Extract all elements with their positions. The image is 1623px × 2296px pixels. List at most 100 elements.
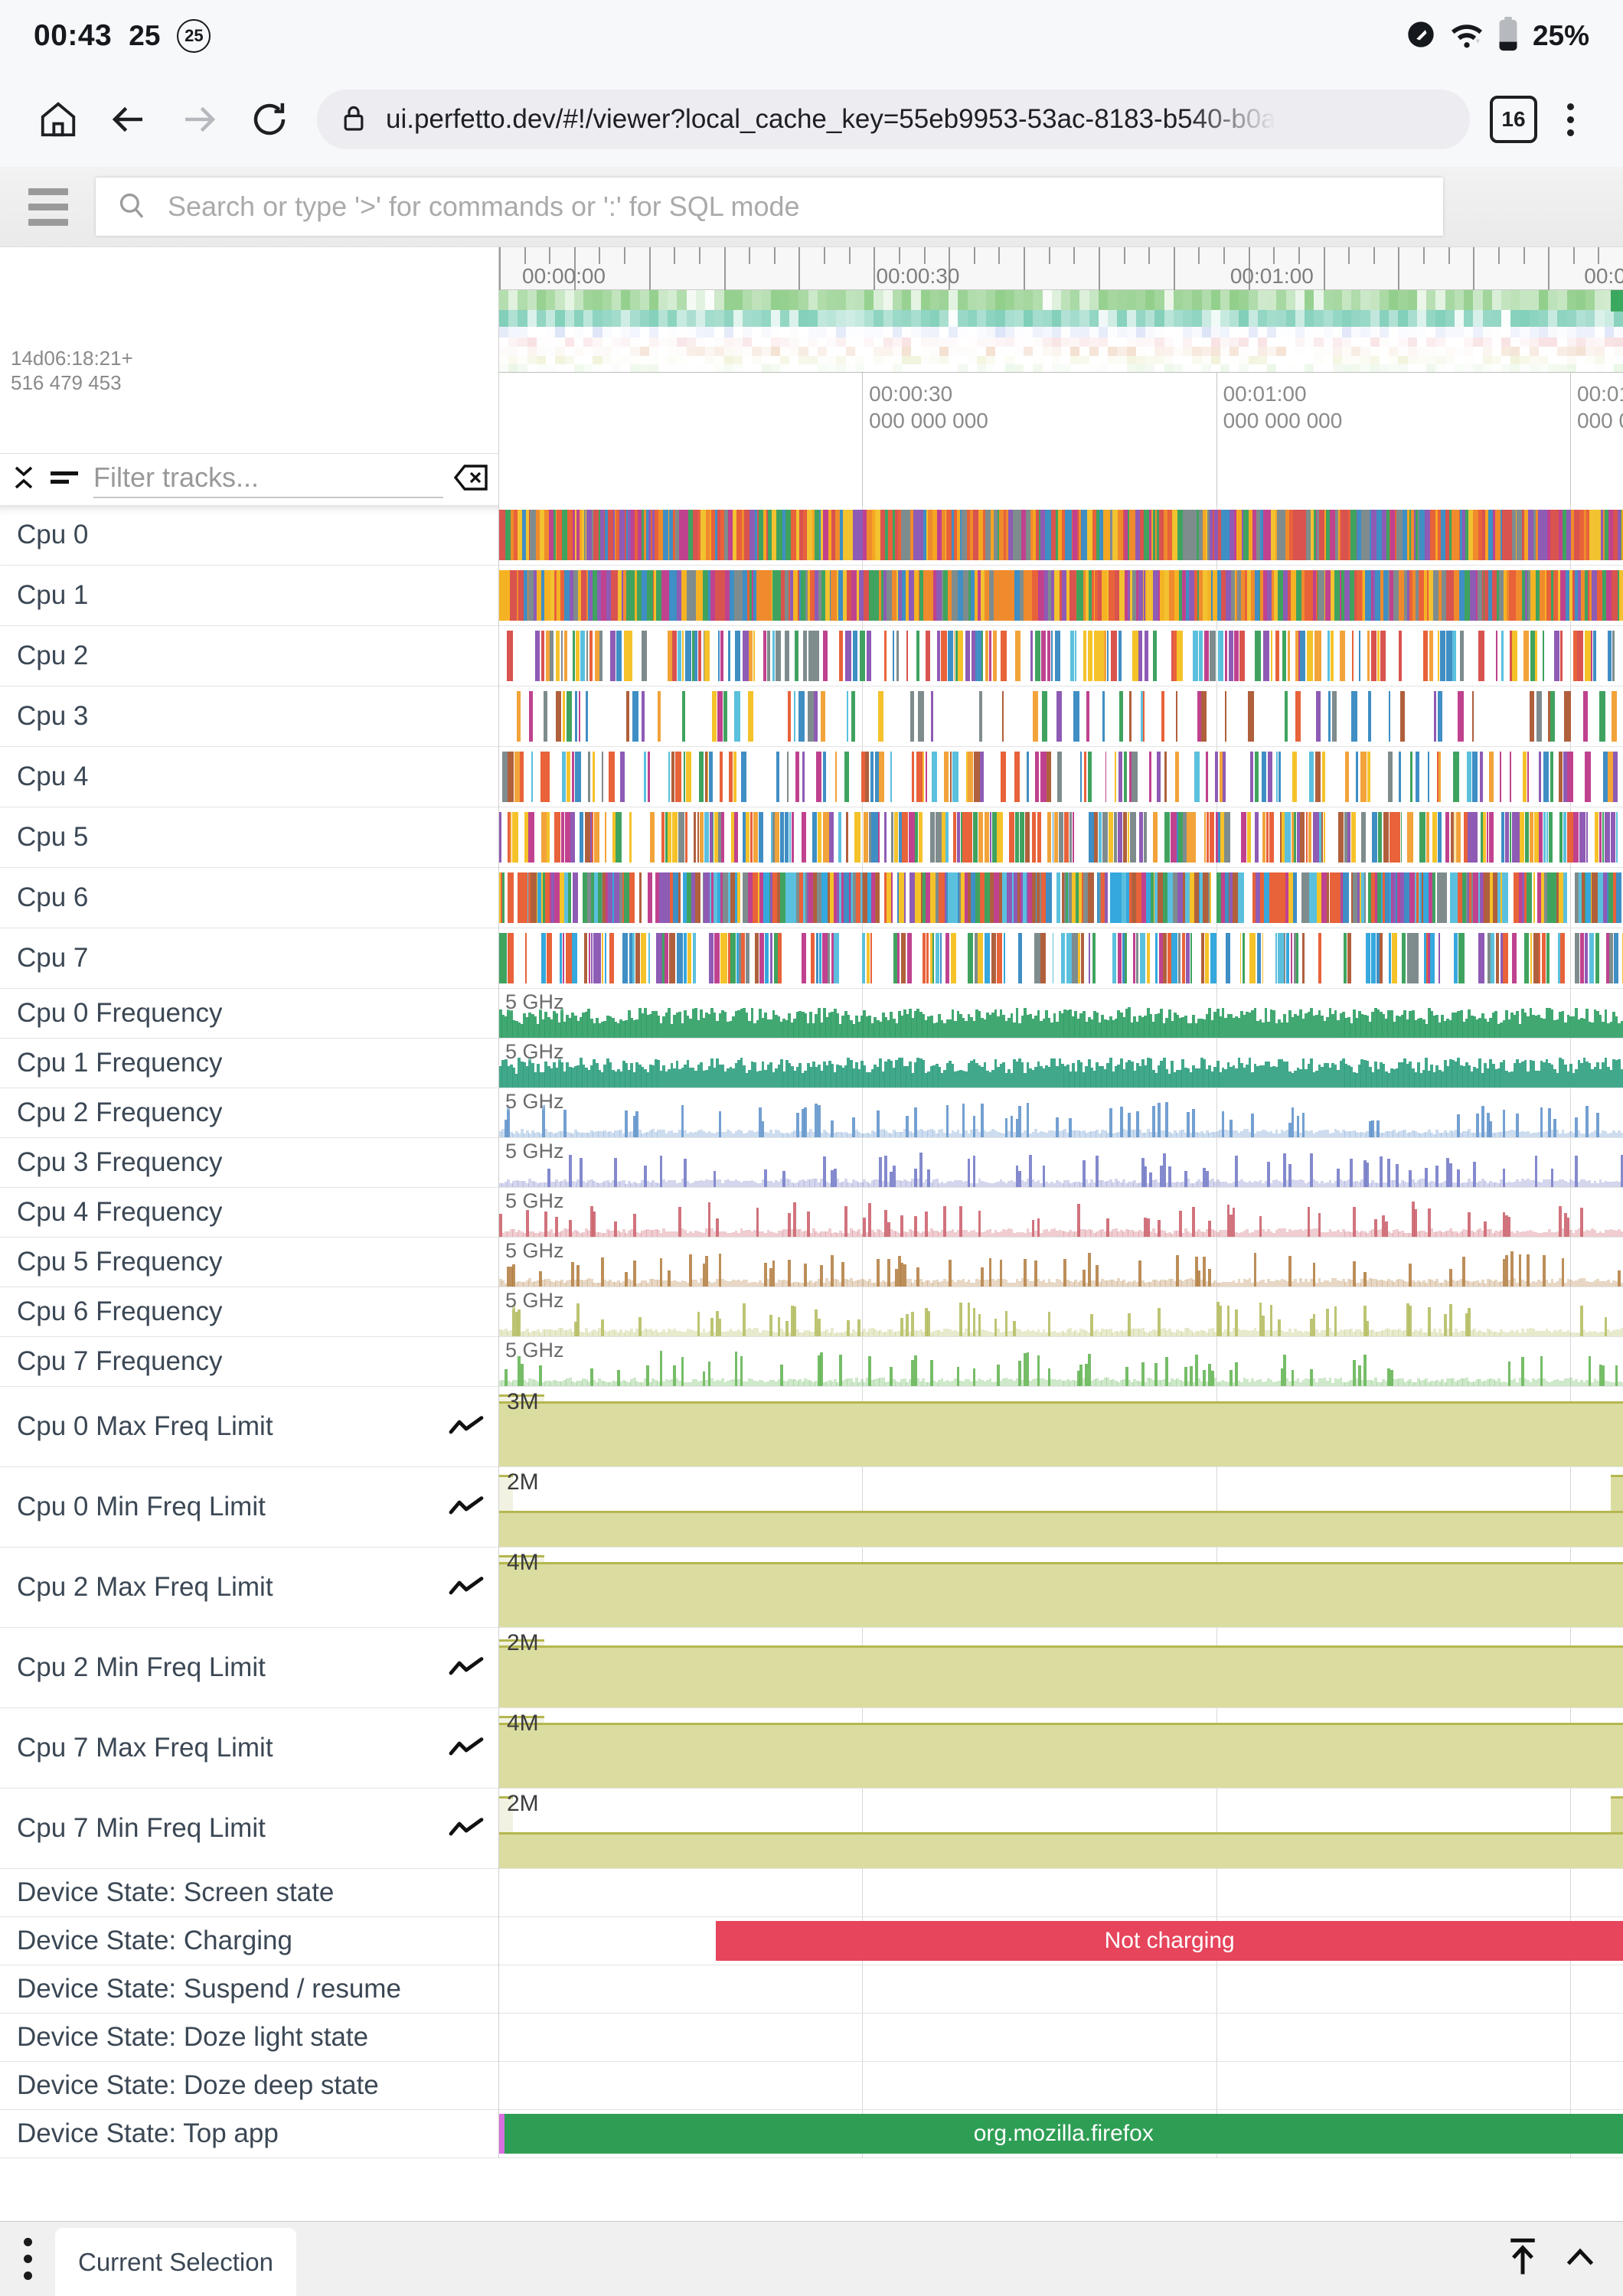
- sched-slice[interactable]: [1171, 933, 1177, 983]
- sched-slice[interactable]: [1035, 752, 1039, 802]
- sched-slice[interactable]: [1056, 872, 1060, 923]
- sched-slice[interactable]: [1201, 933, 1205, 983]
- sched-slice[interactable]: [1086, 691, 1089, 742]
- sched-slice[interactable]: [1585, 933, 1588, 983]
- sched-slice[interactable]: [1549, 812, 1553, 863]
- sched-slice[interactable]: [776, 752, 779, 802]
- sched-slice[interactable]: [591, 933, 593, 983]
- sched-slice[interactable]: [520, 752, 524, 802]
- sched-slice[interactable]: [1247, 812, 1251, 863]
- track-shell-cpu-0[interactable]: Cpu 0: [0, 505, 498, 566]
- sched-slice[interactable]: [1324, 812, 1325, 863]
- sched-slice[interactable]: [1364, 872, 1366, 923]
- sched-slice[interactable]: [1327, 631, 1330, 681]
- sched-slice[interactable]: [736, 933, 739, 983]
- sched-slice[interactable]: [1080, 752, 1082, 802]
- sched-slice[interactable]: [1047, 752, 1051, 802]
- track-shell-cpu-0-min-freq-limit[interactable]: Cpu 0 Min Freq Limit: [0, 1467, 498, 1548]
- sched-slice[interactable]: [648, 872, 652, 923]
- sched-slice[interactable]: [1046, 872, 1052, 923]
- sched-slice[interactable]: [1153, 812, 1158, 863]
- sched-slice[interactable]: [1262, 812, 1265, 863]
- sched-slice[interactable]: [1530, 631, 1536, 681]
- sched-slice[interactable]: [541, 812, 546, 863]
- sched-slice[interactable]: [923, 752, 924, 802]
- sched-slice[interactable]: [1105, 752, 1107, 802]
- sched-slice[interactable]: [985, 933, 990, 983]
- sched-slice[interactable]: [1066, 933, 1072, 983]
- sched-slice[interactable]: [1527, 752, 1530, 802]
- sched-slice[interactable]: [556, 691, 561, 742]
- search-input[interactable]: Search or type '>' for commands or ':' f…: [96, 178, 1443, 236]
- sched-slice[interactable]: [821, 691, 825, 742]
- sched-slice[interactable]: [785, 812, 788, 863]
- sched-slice[interactable]: [1599, 691, 1605, 742]
- sched-slice[interactable]: [1468, 812, 1473, 863]
- sched-slice[interactable]: [1434, 691, 1436, 742]
- track-shell-cpu-5-freq[interactable]: Cpu 5 Frequency: [0, 1238, 498, 1287]
- sched-slice[interactable]: [1573, 812, 1578, 863]
- sched-slice[interactable]: [1182, 933, 1184, 983]
- chart-line-icon[interactable]: [448, 1737, 485, 1760]
- sched-slice[interactable]: [550, 631, 554, 681]
- sched-slice[interactable]: [629, 631, 632, 681]
- sched-slice[interactable]: [735, 631, 740, 681]
- sched-slice[interactable]: [1344, 812, 1347, 863]
- sched-slice[interactable]: [853, 631, 857, 681]
- sched-slice[interactable]: [823, 631, 827, 681]
- sched-slice[interactable]: [1338, 812, 1344, 863]
- sched-slice[interactable]: [1308, 812, 1312, 863]
- sched-slice[interactable]: [1225, 691, 1226, 742]
- sched-slice[interactable]: [1609, 933, 1613, 983]
- sched-slice[interactable]: [851, 691, 854, 742]
- sched-slice[interactable]: [1489, 812, 1494, 863]
- track-shell-cpu-1-freq[interactable]: Cpu 1 Frequency: [0, 1039, 498, 1088]
- sched-slice[interactable]: [1394, 812, 1400, 863]
- sched-slice[interactable]: [775, 812, 779, 863]
- sched-slice[interactable]: [1530, 812, 1533, 863]
- sched-slice[interactable]: [1132, 752, 1138, 802]
- sched-slice[interactable]: [1128, 812, 1129, 863]
- sched-slice[interactable]: [677, 933, 683, 983]
- sched-slice[interactable]: [904, 872, 906, 923]
- sched-slice[interactable]: [1223, 752, 1226, 802]
- sched-slice[interactable]: [1171, 812, 1177, 863]
- sched-slice[interactable]: [1215, 752, 1218, 802]
- track-shell-cpu-2-freq[interactable]: Cpu 2 Frequency: [0, 1088, 498, 1138]
- sched-slice[interactable]: [694, 631, 697, 681]
- sched-slice[interactable]: [780, 812, 784, 863]
- sched-slice[interactable]: [819, 933, 821, 983]
- sched-slice[interactable]: [502, 933, 506, 983]
- sched-slice[interactable]: [1467, 752, 1471, 802]
- sched-slice[interactable]: [1352, 631, 1354, 681]
- sched-slice[interactable]: [822, 933, 828, 983]
- sched-slice[interactable]: [1078, 933, 1080, 983]
- sched-slice[interactable]: [1407, 933, 1413, 983]
- sched-slice[interactable]: [698, 631, 701, 681]
- sched-slice[interactable]: [802, 752, 805, 802]
- sched-slice[interactable]: [580, 812, 583, 863]
- sched-slice[interactable]: [811, 933, 815, 983]
- sched-slice[interactable]: [1525, 812, 1529, 863]
- sched-slice[interactable]: [723, 933, 727, 983]
- sched-slice[interactable]: [1542, 933, 1546, 983]
- sched-slice[interactable]: [1340, 631, 1346, 681]
- sched-slice[interactable]: [1453, 752, 1459, 802]
- sched-slice[interactable]: [1129, 691, 1132, 742]
- sched-slice[interactable]: [1040, 752, 1046, 802]
- sched-slice[interactable]: [1035, 631, 1040, 681]
- sched-slice[interactable]: [1234, 631, 1239, 681]
- sched-slice[interactable]: [989, 631, 991, 681]
- track-shell-cpu-7-max-freq-limit[interactable]: Cpu 7 Max Freq Limit: [0, 1708, 498, 1789]
- sched-slice[interactable]: [1416, 752, 1419, 802]
- sched-slice[interactable]: [678, 812, 684, 863]
- sched-slice[interactable]: [1536, 691, 1542, 742]
- sched-slice[interactable]: [699, 752, 704, 802]
- track-shell-cpu-2-min-freq-limit[interactable]: Cpu 2 Min Freq Limit: [0, 1628, 498, 1708]
- sched-slice[interactable]: [1347, 812, 1350, 863]
- sched-slice[interactable]: [1271, 631, 1272, 681]
- sched-slice[interactable]: [1559, 812, 1563, 863]
- sched-slice[interactable]: [1367, 752, 1370, 802]
- sched-slice[interactable]: [1199, 631, 1203, 681]
- sched-slice[interactable]: [1118, 752, 1122, 802]
